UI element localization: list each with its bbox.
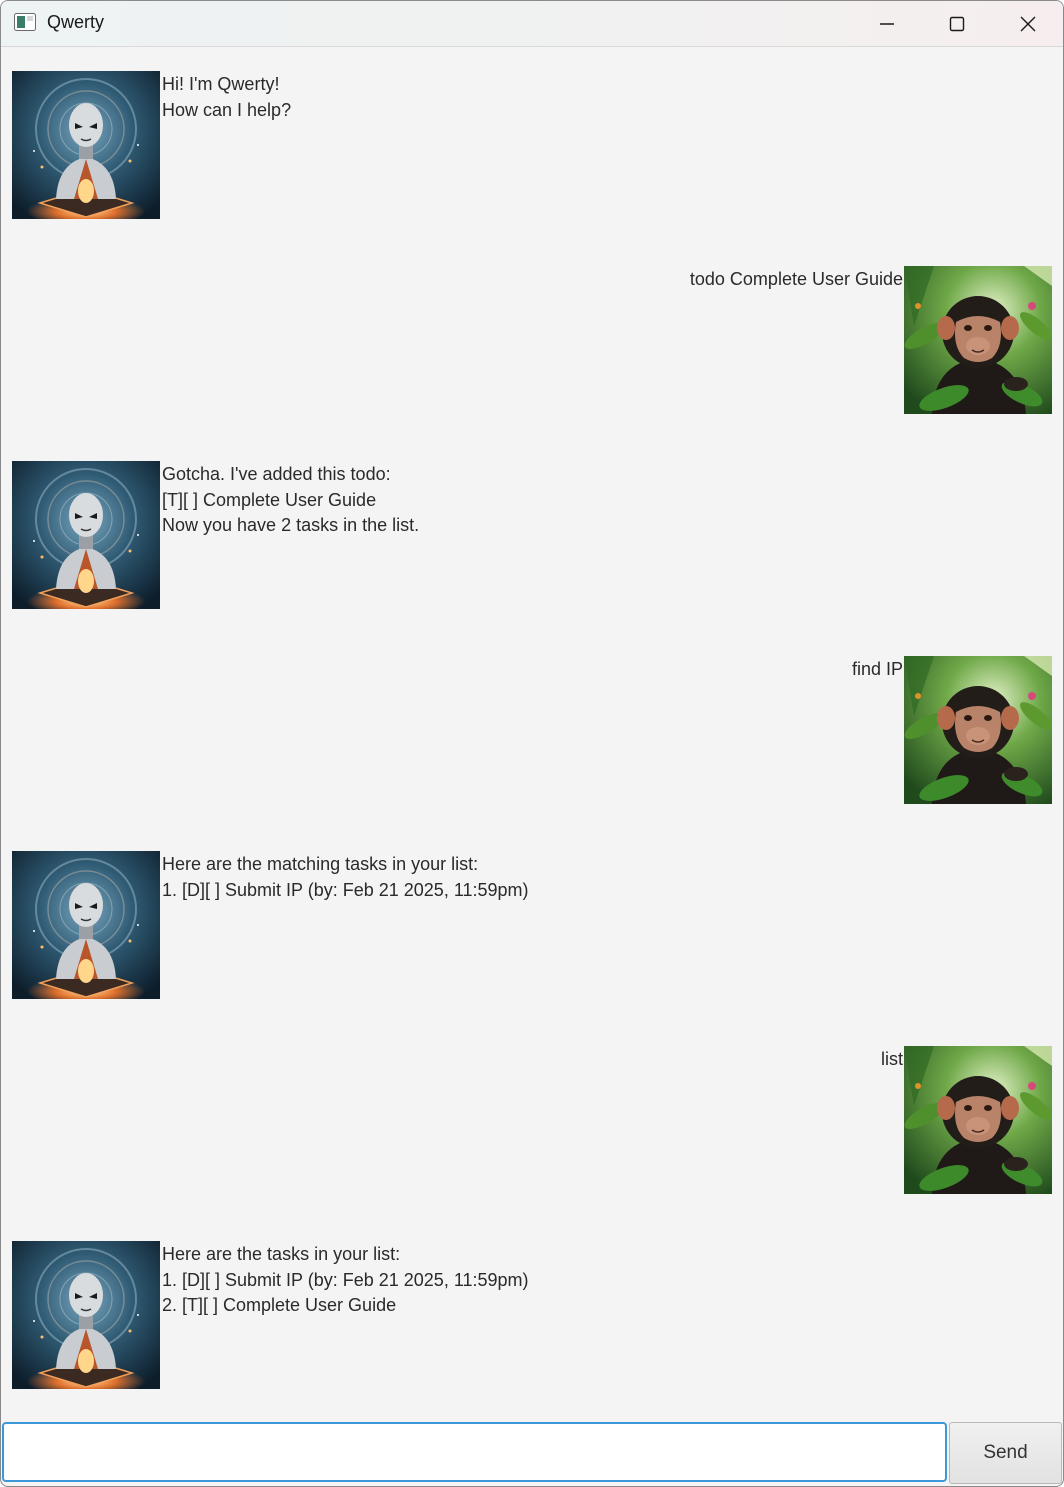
user-dialog: list [1,1022,1063,1217]
bot-message: Here are the matching tasks in your list… [162,854,529,900]
bot-dialog: Here are the tasks in your list: 1. [D][… [1,1217,1063,1412]
app-window: Qwerty Hi! I'm Qwerty! How can I help? t… [0,0,1064,1487]
user-avatar [904,656,1052,804]
user-message: list [881,1049,903,1069]
user-avatar [904,266,1052,414]
bot-avatar [12,71,160,219]
close-icon [1020,16,1036,31]
user-message: todo Complete User Guide [689,269,903,289]
user-dialog: todo Complete User Guide [1,242,1063,437]
window-title: Qwerty [47,12,105,32]
maximize-button[interactable] [922,1,992,46]
app-icon [14,13,36,31]
bot-dialog: Here are the matching tasks in your list… [1,827,1063,1022]
user-avatar [904,1046,1052,1194]
bot-message: Hi! I'm Qwerty! How can I help? [162,74,292,120]
user-message: find IP [851,659,903,679]
send-button[interactable]: Send [949,1422,1062,1484]
bot-message: Here are the tasks in your list: 1. [D][… [162,1244,529,1315]
minimize-icon [880,22,894,25]
title-bar[interactable]: Qwerty [1,1,1063,47]
bot-dialog: Hi! I'm Qwerty! How can I help? [1,47,1063,242]
minimize-button[interactable] [852,1,922,46]
user-dialog: find IP [1,632,1063,827]
bot-avatar [12,1241,160,1389]
bot-message: Gotcha. I've added this todo: [T][ ] Com… [162,464,420,535]
bot-avatar [12,851,160,999]
maximize-icon [949,16,965,31]
bot-dialog: Gotcha. I've added this todo: [T][ ] Com… [1,437,1063,632]
bot-avatar [12,461,160,609]
user-input-field[interactable] [2,1422,947,1482]
close-button[interactable] [993,1,1063,46]
